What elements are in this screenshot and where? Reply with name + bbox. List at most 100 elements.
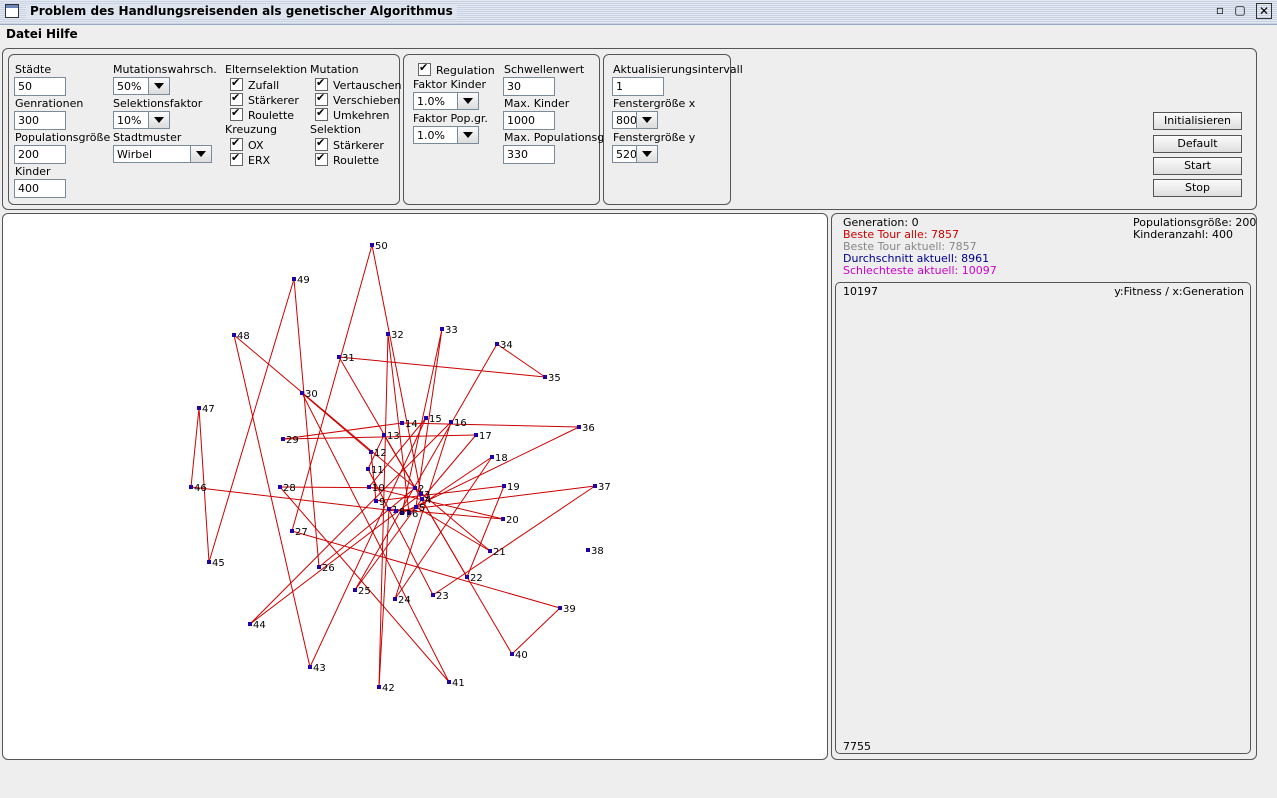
- city-24: [393, 597, 397, 601]
- city-label-22: 22: [470, 573, 483, 584]
- fenster-y-combo[interactable]: 520: [612, 145, 658, 163]
- checkbox-checked-icon[interactable]: [315, 76, 328, 91]
- mut-umkehren-label: Umkehren: [333, 109, 390, 122]
- max-pop-input[interactable]: 330: [503, 145, 555, 164]
- max-kinder-input[interactable]: 1000: [503, 111, 555, 130]
- menu-hilfe[interactable]: Hilfe: [46, 27, 78, 41]
- city-label-26: 26: [322, 563, 335, 574]
- staedte-input[interactable]: 50: [14, 77, 66, 96]
- selfaktor-combo[interactable]: 10%: [113, 111, 170, 129]
- city-2: [413, 486, 417, 490]
- checkbox-checked-icon[interactable]: [230, 106, 243, 121]
- start-button[interactable]: Start: [1153, 157, 1242, 175]
- city-label-50: 50: [375, 241, 388, 252]
- mut-verschieben-checkbox[interactable]: Verschieben: [315, 91, 401, 107]
- stadtmuster-combo[interactable]: Wirbel: [113, 145, 212, 163]
- faktor-pop-label: Faktor Pop.gr.: [413, 112, 488, 125]
- city-label-49: 49: [297, 275, 310, 286]
- mut-vertauschen-checkbox[interactable]: Vertauschen: [315, 76, 401, 92]
- fenster-y-label: Fenstergröße y: [613, 131, 696, 144]
- chevron-down-icon[interactable]: [636, 146, 657, 162]
- sel-roulette-checkbox[interactable]: Roulette: [315, 151, 380, 167]
- maximize-icon[interactable]: ▢: [1232, 3, 1248, 19]
- checkbox-checked-icon[interactable]: [230, 151, 243, 166]
- kinder-input[interactable]: 400: [14, 179, 66, 198]
- chevron-down-icon[interactable]: [190, 146, 211, 162]
- mut-verschieben-label: Verschieben: [333, 94, 401, 107]
- eltern-zufall-checkbox[interactable]: Zufall: [230, 76, 279, 92]
- tour-edge: [338, 356, 546, 378]
- city-label-15: 15: [429, 414, 442, 425]
- city-21: [488, 549, 492, 553]
- close-icon[interactable]: ✕: [1256, 3, 1272, 19]
- stadtmuster-label: Stadtmuster: [113, 131, 182, 144]
- tour-edge: [279, 486, 416, 489]
- population-input[interactable]: 200: [14, 145, 66, 164]
- city-label-41: 41: [452, 678, 465, 689]
- stop-button[interactable]: Stop: [1153, 179, 1242, 197]
- city-22: [465, 575, 469, 579]
- eltern-roulette-label: Roulette: [248, 109, 295, 122]
- eltern-staerkerer-checkbox[interactable]: Stärkerer: [230, 91, 299, 107]
- fenster-x-combo[interactable]: 800: [612, 111, 658, 129]
- minimize-icon[interactable]: ▫: [1212, 3, 1228, 19]
- chevron-down-icon[interactable]: [636, 112, 657, 128]
- checkbox-checked-icon[interactable]: [230, 136, 243, 151]
- city-label-11: 11: [371, 465, 384, 476]
- chevron-down-icon[interactable]: [457, 93, 478, 109]
- faktor-pop-combo[interactable]: 1.0%: [413, 126, 479, 144]
- eltern-roulette-checkbox[interactable]: Roulette: [230, 106, 295, 122]
- checkbox-checked-icon[interactable]: [315, 91, 328, 106]
- checkbox-checked-icon[interactable]: [230, 76, 243, 91]
- stadtmuster-value: Wirbel: [117, 148, 153, 161]
- mut-umkehren-checkbox[interactable]: Umkehren: [315, 106, 390, 122]
- intervall-input[interactable]: 1: [612, 77, 664, 96]
- checkbox-checked-icon[interactable]: [418, 61, 431, 76]
- checkbox-checked-icon[interactable]: [315, 136, 328, 151]
- kreuzung-erx-checkbox[interactable]: ERX: [230, 151, 271, 167]
- tour-edge: [293, 278, 320, 568]
- kreuzung-erx-label: ERX: [248, 154, 271, 167]
- generationen-input[interactable]: 300: [14, 111, 66, 130]
- checkbox-checked-icon[interactable]: [315, 106, 328, 121]
- checkbox-checked-icon[interactable]: [315, 151, 328, 166]
- city-49: [292, 277, 296, 281]
- title-bar: Problem des Handlungsreisenden als genet…: [0, 0, 1277, 25]
- kreuzung-ox-checkbox[interactable]: OX: [230, 136, 264, 152]
- faktor-kinder-combo[interactable]: 1.0%: [413, 92, 479, 110]
- checkbox-checked-icon[interactable]: [230, 91, 243, 106]
- city-label-21: 21: [493, 547, 506, 558]
- fenster-y-value: 520: [616, 148, 637, 161]
- city-label-9: 9: [379, 497, 385, 508]
- chevron-down-icon[interactable]: [148, 78, 169, 94]
- city-28: [278, 485, 282, 489]
- city-label-47: 47: [202, 404, 215, 415]
- city-35: [543, 375, 547, 379]
- city-label-6: 6: [412, 509, 418, 520]
- tour-edge: [309, 417, 427, 668]
- default-button[interactable]: Default: [1153, 135, 1242, 153]
- city-1: [387, 507, 391, 511]
- city-label-31: 31: [342, 353, 355, 364]
- city-label-29: 29: [286, 435, 299, 446]
- menu-datei[interactable]: Datei: [6, 27, 42, 41]
- city-label-28: 28: [283, 483, 296, 494]
- sel-roulette-label: Roulette: [333, 154, 380, 167]
- city-label-33: 33: [445, 325, 458, 336]
- city-label-48: 48: [237, 331, 250, 342]
- initialisieren-button[interactable]: Initialisieren: [1153, 112, 1242, 130]
- chevron-down-icon[interactable]: [148, 112, 169, 128]
- kinder-label: Kinder: [15, 165, 51, 178]
- city-29: [281, 437, 285, 441]
- schwellenwert-input[interactable]: 30: [503, 77, 555, 96]
- regulation-checkbox[interactable]: Regulation: [418, 61, 495, 77]
- city-26: [317, 565, 321, 569]
- chevron-down-icon[interactable]: [457, 127, 478, 143]
- city-label-20: 20: [506, 515, 519, 526]
- city-label-27: 27: [295, 527, 308, 538]
- city-label-7: 7: [405, 509, 411, 520]
- city-14: [400, 421, 404, 425]
- max-kinder-label: Max. Kinder: [504, 97, 570, 110]
- sel-staerkerer-checkbox[interactable]: Stärkerer: [315, 136, 384, 152]
- mutwahr-combo[interactable]: 50%: [113, 77, 170, 95]
